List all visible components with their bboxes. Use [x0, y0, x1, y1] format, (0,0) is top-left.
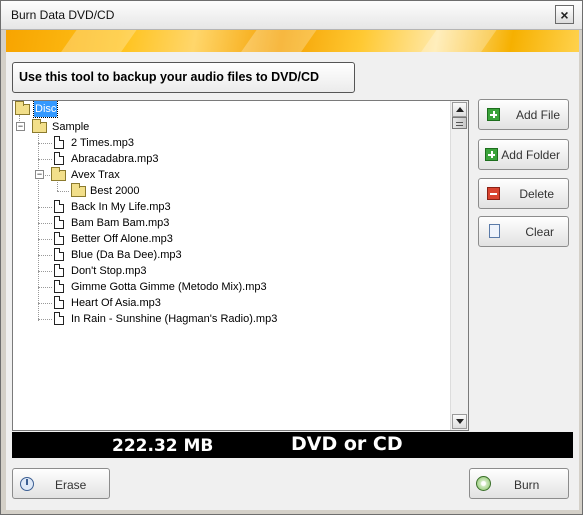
file-icon: [54, 152, 64, 165]
tree-node-sample[interactable]: − Sample: [13, 119, 443, 135]
tree-node-label: Sample: [52, 121, 90, 133]
tree-node-label: Blue (Da Ba Dee).mp3: [71, 249, 182, 261]
file-icon: [54, 264, 64, 277]
tree-node-label: Don't Stop.mp3: [71, 265, 147, 277]
title-bar[interactable]: Burn Data DVD/CD ×: [1, 1, 582, 30]
tree-node-label: Gimme Gotta Gimme (Metodo Mix).mp3: [71, 281, 267, 293]
tree-node-label: Best 2000: [90, 185, 140, 197]
tree-node-file[interactable]: Back In My Life.mp3: [13, 199, 443, 215]
disc-erase-icon: [20, 477, 34, 491]
tree-node-label: Disc: [32, 101, 59, 118]
burn-label: Burn: [514, 478, 540, 492]
file-icon: [54, 200, 64, 213]
plus-icon: [487, 108, 500, 121]
tree-node-label: 2 Times.mp3: [71, 137, 134, 149]
clear-button[interactable]: Clear: [478, 216, 569, 247]
add-folder-button[interactable]: Add Folder: [478, 139, 569, 170]
arrow-up-icon: [456, 107, 464, 112]
add-file-button[interactable]: Add File: [478, 99, 569, 130]
close-button[interactable]: ×: [555, 5, 574, 24]
scroll-thumb[interactable]: [452, 117, 467, 129]
plus-icon: [485, 148, 498, 161]
scroll-down-button[interactable]: [452, 414, 467, 429]
delete-label: Delete: [519, 187, 554, 201]
file-icon: [54, 296, 64, 309]
collapse-icon[interactable]: −: [35, 170, 44, 179]
erase-button[interactable]: Erase: [12, 468, 110, 499]
burn-data-window: Burn Data DVD/CD × Use this tool to back…: [0, 0, 583, 515]
folder-open-icon: [51, 167, 66, 181]
tree-node-file[interactable]: 2 Times.mp3: [13, 135, 443, 151]
close-icon: ×: [560, 7, 569, 23]
arrow-down-icon: [456, 419, 464, 424]
file-icon: [54, 280, 64, 293]
add-folder-label: Add Folder: [501, 148, 560, 162]
tree-node-file[interactable]: Better Off Alone.mp3: [13, 231, 443, 247]
tree-node-label: Avex Trax: [71, 169, 120, 181]
header-banner: [6, 30, 579, 52]
disc-burn-icon: [476, 476, 491, 491]
tree-node-file[interactable]: In Rain - Sunshine (Hagman's Radio).mp3: [13, 311, 443, 327]
add-file-label: Add File: [515, 108, 560, 122]
file-icon: [54, 248, 64, 261]
tree-node-avex-trax[interactable]: − Avex Trax: [13, 167, 443, 183]
total-size: 222.32 MB: [112, 436, 214, 456]
window-title: Burn Data DVD/CD: [11, 8, 115, 22]
burn-button[interactable]: Burn: [469, 468, 569, 499]
tree-node-file[interactable]: Gimme Gotta Gimme (Metodo Mix).mp3: [13, 279, 443, 295]
tree-node-label: Better Off Alone.mp3: [71, 233, 173, 245]
disc-tree-view[interactable]: Disc − Sample 2 Times.mp3 Abracadabra.mp…: [12, 100, 469, 431]
file-icon: [54, 232, 64, 245]
media-type: DVD or CD: [291, 433, 403, 455]
tree-scrollbar[interactable]: [450, 101, 468, 430]
tool-description: Use this tool to backup your audio files…: [12, 62, 355, 93]
file-icon: [54, 136, 64, 149]
collapse-icon[interactable]: −: [16, 122, 25, 131]
file-icon: [54, 216, 64, 229]
tree-node-file[interactable]: Bam Bam Bam.mp3: [13, 215, 443, 231]
minus-icon: [487, 187, 500, 200]
tree-node-label: In Rain - Sunshine (Hagman's Radio).mp3: [71, 313, 278, 325]
tree-node-file[interactable]: Don't Stop.mp3: [13, 263, 443, 279]
delete-button[interactable]: Delete: [478, 178, 569, 209]
tree-node-best-2000[interactable]: Best 2000: [13, 183, 443, 199]
documents-icon: [486, 224, 500, 239]
tree-node-label: Abracadabra.mp3: [71, 153, 159, 165]
folder-open-icon: [32, 119, 47, 133]
erase-label: Erase: [55, 478, 87, 492]
file-icon: [54, 312, 64, 325]
scroll-up-button[interactable]: [452, 102, 467, 117]
tree-node-file[interactable]: Abracadabra.mp3: [13, 151, 443, 167]
clear-label: Clear: [525, 225, 554, 239]
folder-open-icon: [15, 101, 30, 115]
tree-node-file[interactable]: Heart Of Asia.mp3: [13, 295, 443, 311]
tree-node-label: Back In My Life.mp3: [71, 201, 171, 213]
folder-icon: [71, 183, 86, 197]
tree-node-disc[interactable]: Disc: [13, 101, 443, 118]
tree-node-label: Bam Bam Bam.mp3: [71, 217, 170, 229]
disc-status-bar: 222.32 MB DVD or CD: [12, 432, 573, 458]
tree-node-file[interactable]: Blue (Da Ba Dee).mp3: [13, 247, 443, 263]
tree-node-label: Heart Of Asia.mp3: [71, 297, 161, 309]
